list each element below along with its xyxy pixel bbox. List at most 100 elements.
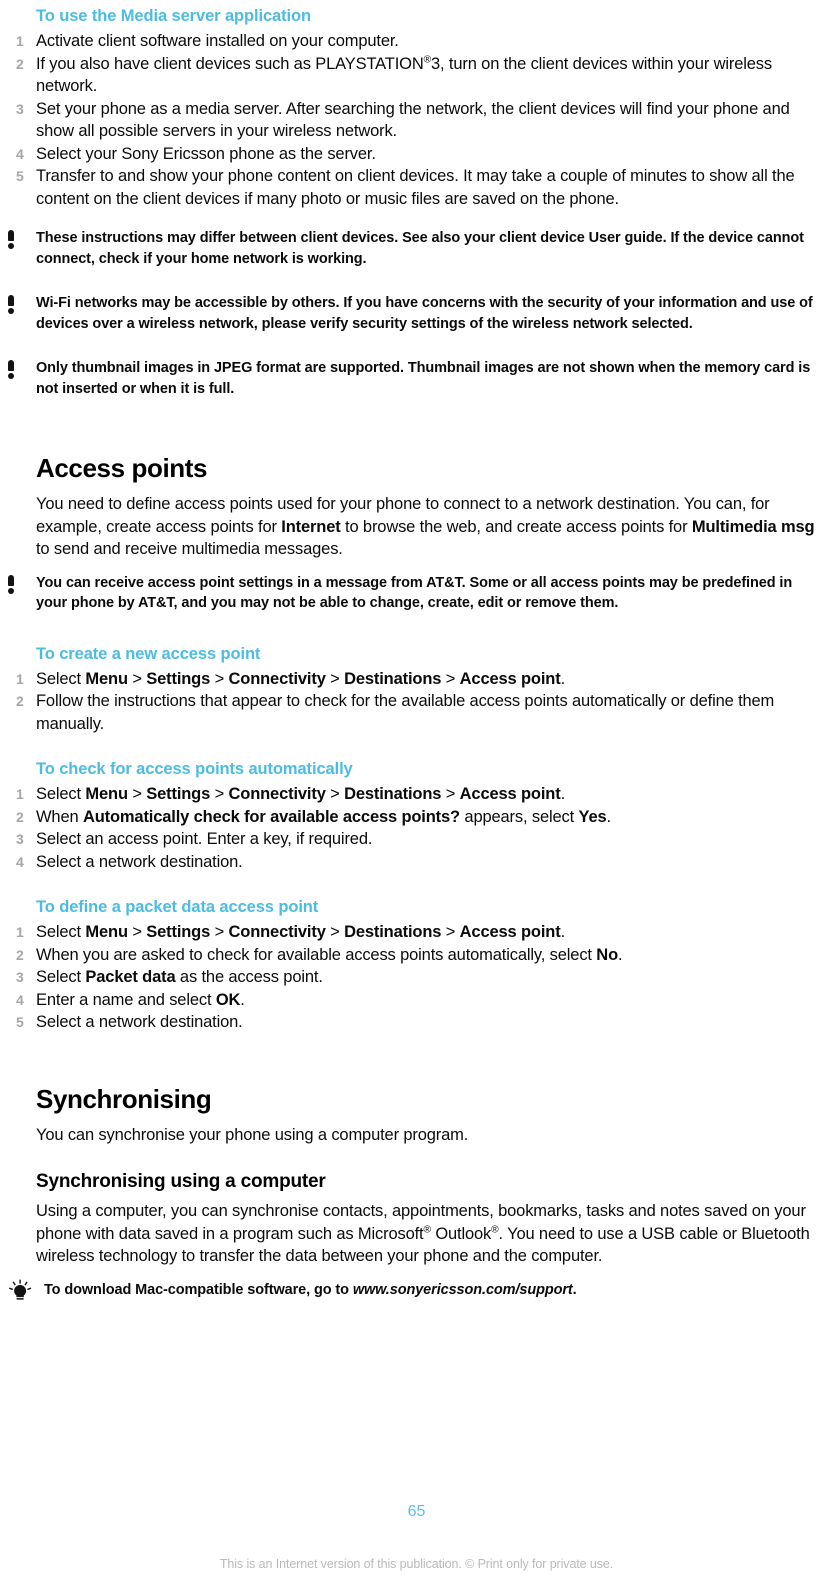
page-number: 65: [407, 1503, 426, 1520]
paragraph-part: to browse the web, and create access poi…: [340, 517, 692, 536]
heading-check-access-points-automatically: To check for access points automatically: [36, 760, 353, 778]
list-item: 2 If you also have client devices such a…: [16, 53, 833, 98]
list-item: 2 Follow the instructions that appear to…: [16, 690, 833, 735]
step-text: Follow the instructions that appear to c…: [36, 692, 775, 733]
support-url[interactable]: www.sonyericsson.com/support: [353, 1282, 573, 1298]
list-item: 4 Select your Sony Ericsson phone as the…: [16, 143, 833, 166]
step-text-part: Select: [36, 923, 86, 941]
menu-path-separator: >: [325, 785, 345, 803]
step-number: 2: [16, 55, 24, 72]
ui-term-multimedia-msg: Multimedia msg: [691, 517, 815, 536]
list-item: 5 Transfer to and show your phone conten…: [16, 165, 833, 210]
menu-path-separator: >: [127, 785, 147, 803]
exclamation-icon: [6, 230, 16, 249]
step-text: Select your Sony Ericsson phone as the s…: [36, 144, 376, 163]
ui-term-packet-data: Packet data: [85, 968, 176, 986]
list-item: 4 Enter a name and select OK.: [16, 989, 833, 1012]
menu-path-item: Menu: [85, 923, 128, 941]
step-text: Select a network destination.: [36, 1013, 243, 1031]
step-text-part: When you are asked to check for availabl…: [36, 945, 597, 964]
menu-path-item: Access point: [459, 785, 561, 803]
footer-copyright-note: This is an Internet version of this publ…: [219, 1557, 614, 1571]
step-text-part: .: [606, 807, 612, 826]
menu-path-item: Access point: [459, 923, 561, 941]
step-text: Transfer to and show your phone content …: [36, 167, 795, 208]
step-text-part: .: [240, 990, 245, 1009]
registered-mark: ®: [423, 54, 432, 65]
list-item: 5 Select a network destination.: [16, 1011, 833, 1034]
heading-define-packet-data-access-point: To define a packet data access point: [36, 898, 319, 916]
page-content: To use the Media server application 1 Ac…: [0, 0, 833, 1300]
menu-path-item: Settings: [146, 669, 211, 688]
list-item: 3 Select an access point. Enter a key, i…: [16, 828, 833, 851]
heading-create-access-point: To create a new access point: [36, 644, 261, 663]
step-text: Select Menu > Settings > Connectivity > …: [36, 670, 565, 688]
step-text: Activate client software installed on yo…: [36, 32, 399, 50]
step-text-part: Select: [36, 968, 86, 986]
document-page: To use the Media server application 1 Ac…: [0, 0, 833, 1590]
note-text: Only thumbnail images in JPEG format are…: [36, 360, 811, 397]
tip-text-part: .: [572, 1281, 577, 1298]
exclamation-icon: [6, 295, 16, 314]
step-number: 2: [16, 946, 24, 963]
registered-mark: ®: [491, 1224, 499, 1235]
step-text: If you also have client devices such as …: [36, 54, 772, 95]
step-number: 1: [16, 33, 24, 49]
step-text: Select a network destination.: [36, 852, 243, 871]
step-text-part: .: [560, 669, 566, 688]
list-item: 3 Select Packet data as the access point…: [16, 966, 833, 989]
paragraph-synchronising-intro: You can synchronise your phone using a c…: [36, 1125, 469, 1144]
menu-path-separator: >: [325, 923, 345, 941]
menu-path-item: Connectivity: [228, 923, 326, 941]
list-item: 3 Set your phone as a media server. Afte…: [16, 98, 833, 143]
menu-path-separator: >: [325, 669, 345, 688]
note-thumbnail-jpeg: Only thumbnail images in JPEG format are…: [8, 358, 833, 399]
step-number: 2: [16, 808, 24, 825]
tip-text-part: To download Mac-compatible software, go …: [44, 1281, 353, 1298]
step-text: When Automatically check for available a…: [36, 808, 611, 826]
step-text-part: as the access point.: [175, 968, 323, 986]
paragraph-part: to send and receive multimedia messages.: [36, 540, 343, 558]
step-number: 5: [16, 168, 24, 184]
steps-create-access-point: 1 Select Menu > Settings > Connectivity …: [0, 668, 833, 736]
step-number: 4: [16, 853, 24, 870]
step-text-part: .: [560, 923, 566, 941]
menu-path-separator: >: [210, 669, 229, 688]
step-number: 1: [16, 670, 24, 687]
menu-path-item: Destinations: [344, 785, 442, 803]
menu-path-separator: >: [210, 923, 229, 941]
step-text: Enter a name and select OK.: [36, 991, 245, 1009]
heading-synchronising: Synchronising: [36, 1083, 212, 1114]
list-item: 1 Select Menu > Settings > Connectivity …: [16, 921, 833, 944]
step-text: Select an access point. Enter a key, if …: [36, 830, 373, 848]
heading-synchronising-using-a-computer: Synchronising using a computer: [36, 1171, 326, 1192]
menu-path-separator: >: [441, 669, 460, 688]
step-text-part: If you also have client devices such as …: [36, 54, 424, 73]
paragraph-synchronising-computer: Using a computer, you can synchronise co…: [36, 1200, 833, 1268]
step-number: 1: [16, 924, 24, 940]
list-item: 4 Select a network destination.: [16, 851, 833, 874]
step-text: Select Packet data as the access point.: [36, 968, 323, 986]
step-number: 4: [16, 145, 24, 162]
ui-prompt-text: Automatically check for available access…: [82, 807, 460, 826]
step-text-part: Select: [36, 785, 86, 803]
step-text: When you are asked to check for availabl…: [36, 945, 623, 964]
note-wifi-security: Wi-Fi networks may be accessible by othe…: [8, 293, 833, 334]
menu-path-item: Settings: [146, 785, 211, 803]
menu-path-item: Menu: [85, 669, 128, 688]
list-item: 2 When Automatically check for available…: [16, 806, 833, 829]
registered-mark: ®: [423, 1224, 432, 1235]
list-item: 2 When you are asked to check for availa…: [16, 944, 833, 967]
menu-path-separator: >: [441, 785, 460, 803]
menu-path-item: Connectivity: [228, 785, 326, 803]
menu-path-item: Access point: [459, 669, 561, 688]
step-text-part: Select: [36, 669, 86, 688]
step-number: 3: [16, 831, 24, 847]
paragraph-access-points-intro: You need to define access points used fo…: [36, 493, 833, 561]
step-text-part: Enter a name and select: [36, 990, 216, 1009]
ui-term-ok: OK: [215, 990, 241, 1009]
tip-mac-compatible-software: To download Mac-compatible software, go …: [9, 1279, 833, 1301]
ui-term-no: No: [596, 945, 618, 964]
step-number: 5: [16, 1014, 24, 1030]
menu-path-separator: >: [127, 923, 147, 941]
